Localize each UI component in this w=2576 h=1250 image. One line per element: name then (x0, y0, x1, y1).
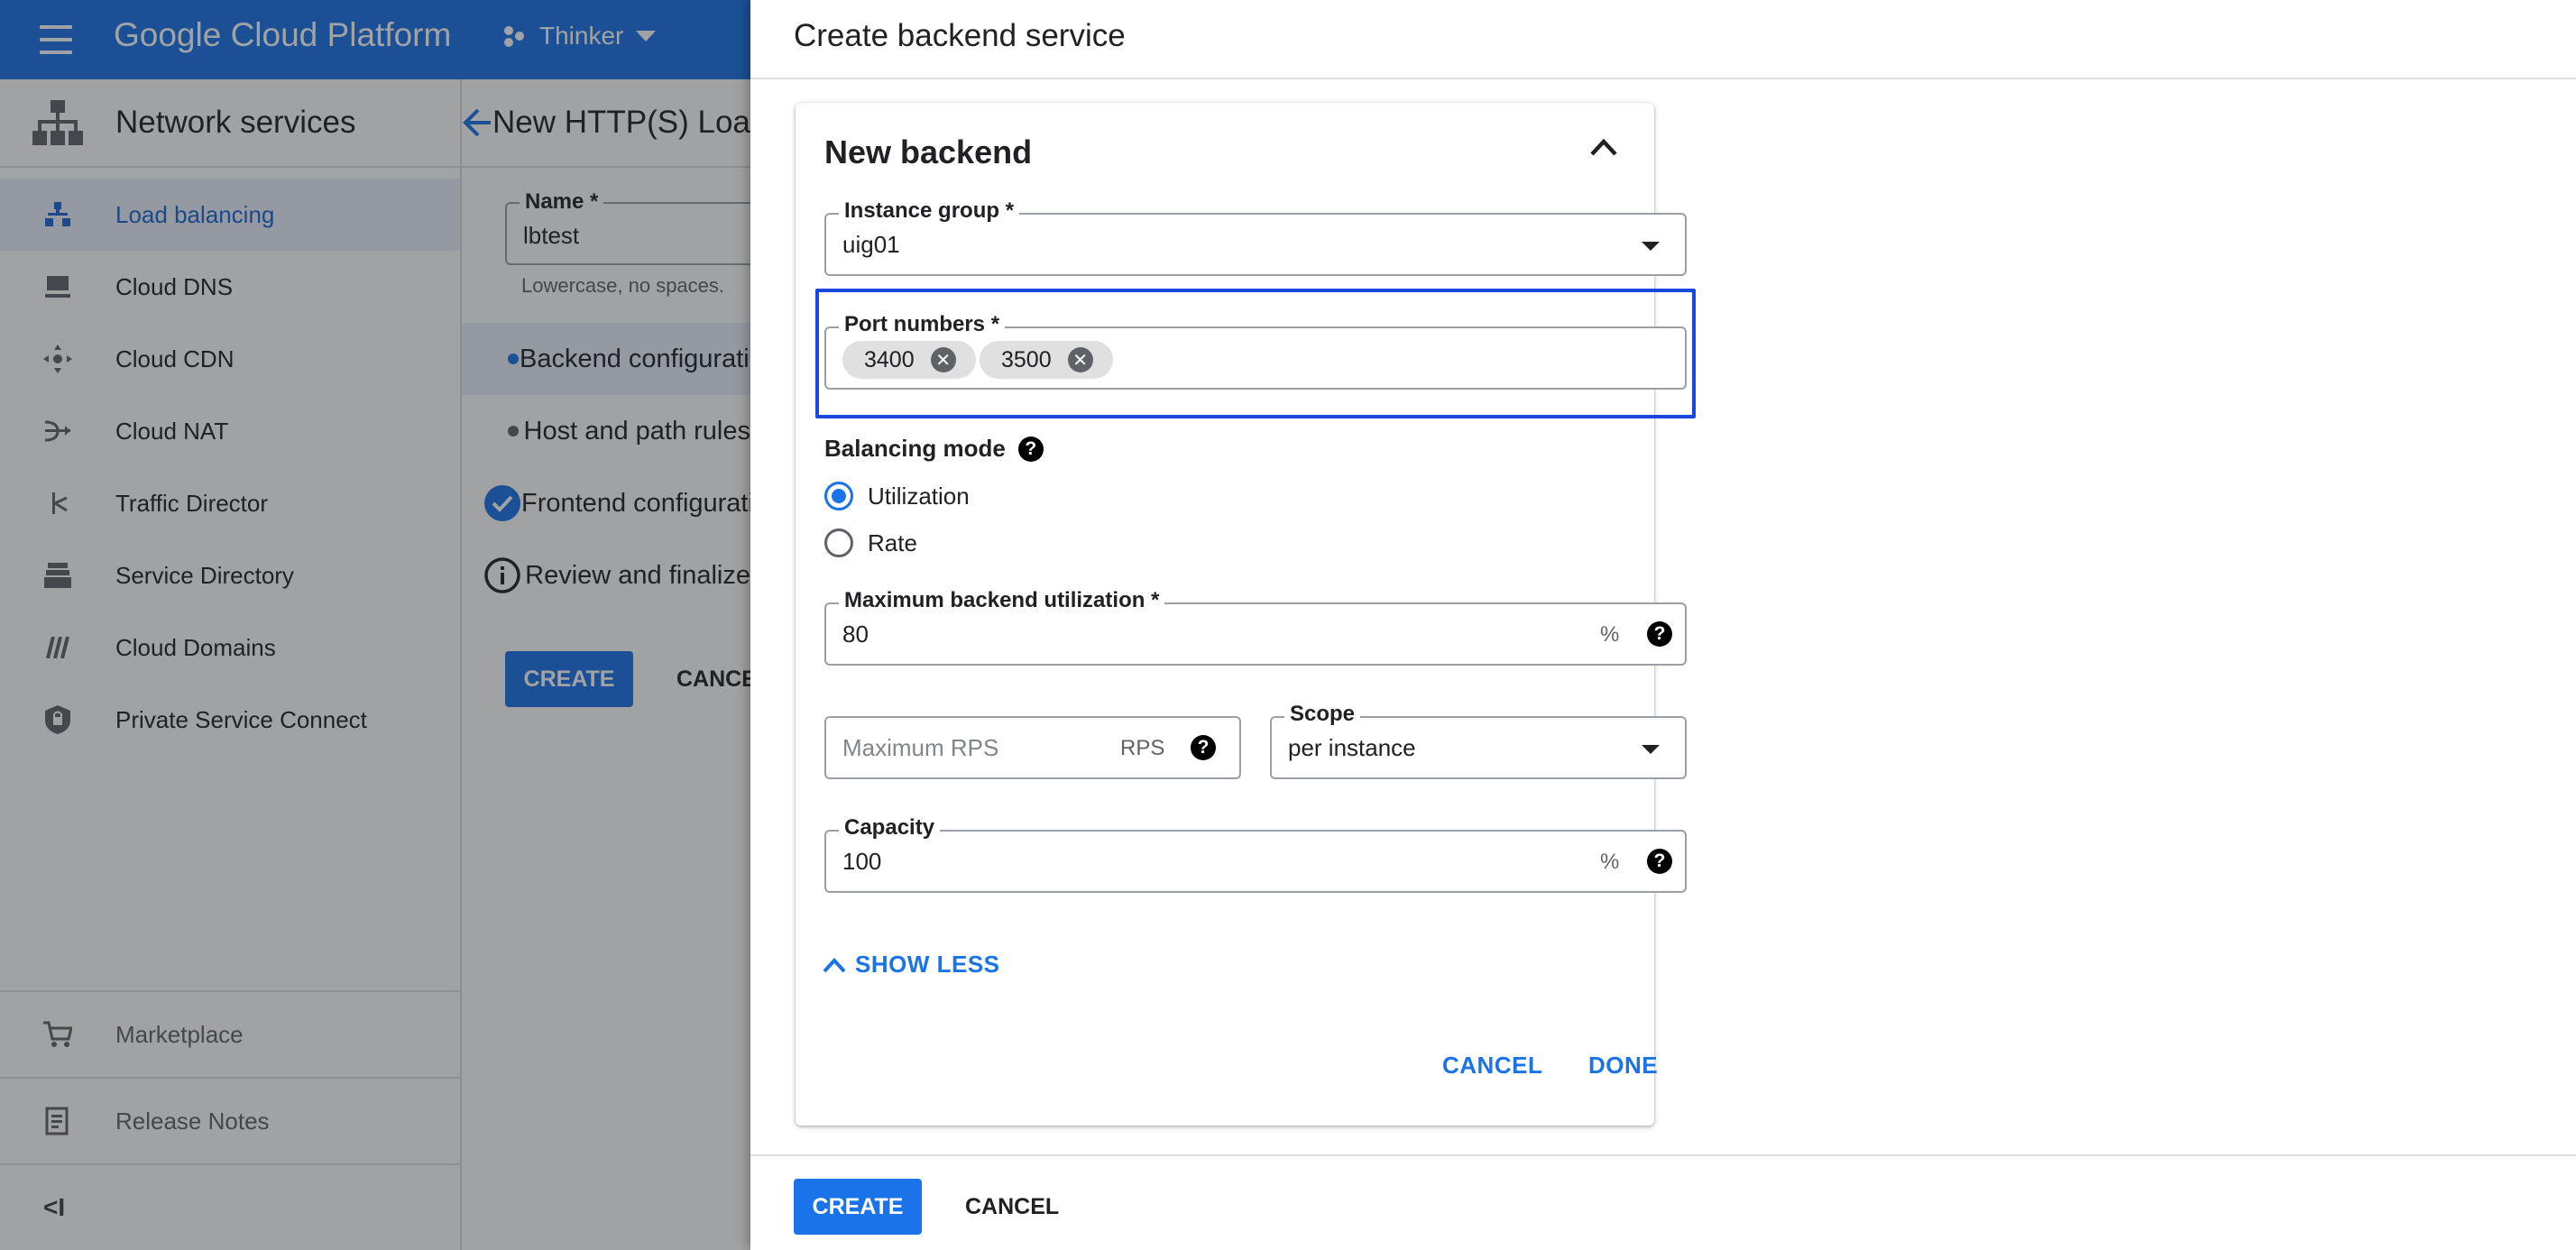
radio-button-icon[interactable] (824, 482, 853, 510)
help-icon[interactable]: ? (1647, 849, 1672, 874)
chevron-up-icon (1590, 138, 1617, 156)
port-chip[interactable]: 3500 ✕ (980, 341, 1113, 379)
scope-label: Scope (1284, 702, 1361, 727)
create-backend-service-panel: Create backend service New backend Insta… (750, 0, 2576, 1250)
percent-unit: % (1600, 850, 1620, 874)
port-chip-label: 3500 (1001, 346, 1052, 372)
capacity-field[interactable]: Capacity 100 % ? (824, 815, 1687, 893)
divider (750, 78, 2576, 79)
help-icon[interactable]: ? (1017, 436, 1044, 462)
instance-group-select[interactable]: Instance group * uig01 (824, 198, 1687, 276)
collapse-card-button[interactable] (1589, 137, 1618, 161)
footer-divider (750, 1154, 2576, 1156)
radio-utilization[interactable]: Utilization (824, 482, 970, 510)
help-icon[interactable]: ? (1191, 735, 1216, 760)
capacity-label: Capacity (839, 815, 941, 841)
help-icon[interactable]: ? (1647, 621, 1672, 647)
instance-group-value: uig01 (842, 231, 900, 258)
dropdown-arrow-icon (1642, 745, 1660, 754)
show-less-button[interactable]: SHOW LESS (823, 951, 1000, 979)
chevron-up-icon (823, 957, 846, 972)
panel-create-button[interactable]: CREATE (794, 1179, 922, 1235)
card-title: New backend (824, 133, 1033, 170)
max-rps-placeholder: Maximum RPS (842, 734, 999, 761)
instance-group-label: Instance group * (839, 198, 1020, 224)
radio-label: Utilization (868, 482, 970, 510)
max-rps-field[interactable]: Maximum RPS RPS ? (824, 716, 1241, 779)
rps-unit: RPS (1120, 736, 1165, 760)
radio-label: Rate (868, 528, 917, 556)
capacity-value: 100 (842, 848, 882, 875)
port-chip[interactable]: 3400 ✕ (842, 341, 976, 379)
radio-rate[interactable]: Rate (824, 528, 917, 557)
balancing-mode-heading: Balancing mode ? (824, 435, 1044, 463)
scope-select[interactable]: Scope per instance (1270, 702, 1687, 779)
scope-value: per instance (1288, 734, 1416, 761)
panel-cancel-button[interactable]: CANCEL (965, 1179, 1059, 1235)
panel-title: Create backend service (794, 18, 1126, 53)
modal-scrim[interactable] (0, 0, 750, 1250)
remove-chip-icon[interactable]: ✕ (930, 347, 956, 372)
done-button[interactable]: DONE (1588, 1052, 1658, 1080)
max-utilization-value: 80 (842, 620, 869, 648)
dropdown-arrow-icon (1642, 242, 1660, 251)
max-utilization-field[interactable]: Maximum backend utilization * 80 % ? (824, 588, 1687, 666)
radio-button-icon[interactable] (824, 528, 853, 557)
card-cancel-button[interactable]: CANCEL (1442, 1052, 1542, 1080)
max-utilization-label: Maximum backend utilization * (839, 588, 1165, 613)
percent-unit: % (1600, 622, 1620, 647)
show-less-label: SHOW LESS (855, 951, 1000, 978)
remove-chip-icon[interactable]: ✕ (1067, 347, 1093, 372)
port-chip-label: 3400 (864, 346, 915, 372)
balancing-mode-label: Balancing mode (824, 435, 1006, 462)
